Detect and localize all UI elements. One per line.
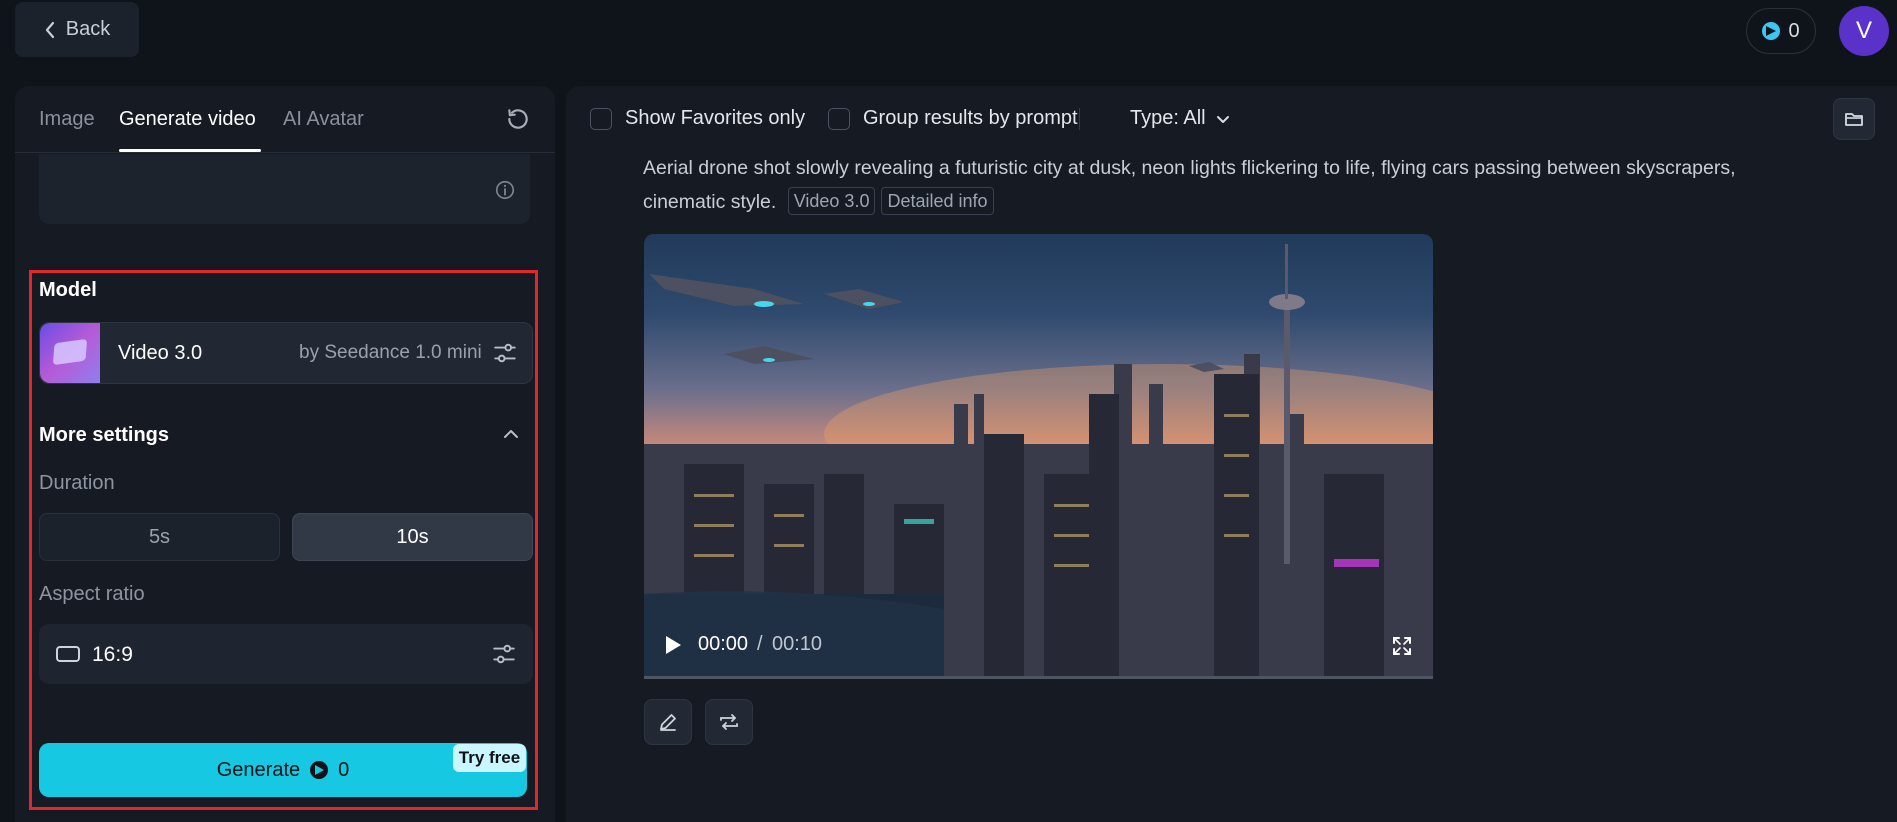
group-by-prompt-label[interactable]: Group results by prompt [863, 107, 1078, 130]
credits-badge[interactable]: 0 [1746, 8, 1816, 54]
model-tag[interactable]: Video 3.0 [787, 187, 876, 215]
mode-tabs: Image Generate video AI Avatar [15, 86, 555, 153]
current-time: 00:00 [698, 633, 749, 655]
play-icon[interactable] [664, 635, 682, 655]
chevron-left-icon [45, 21, 54, 38]
edit-button[interactable] [644, 699, 692, 745]
favorites-checkbox[interactable] [590, 108, 612, 130]
reset-icon[interactable] [505, 106, 531, 132]
result-prompt: Aerial drone shot slowly revealing a fut… [643, 151, 1793, 219]
tab-ai-avatar[interactable]: AI Avatar [283, 108, 364, 131]
video-progress-bar[interactable] [644, 676, 1433, 679]
total-time: 00:10 [772, 633, 823, 655]
tab-generate-video[interactable]: Generate video [119, 108, 256, 131]
avatar[interactable]: V [1839, 6, 1889, 56]
folder-icon [1845, 113, 1863, 126]
toolbar-divider [1079, 108, 1080, 130]
time-separator: / [757, 633, 763, 655]
folder-button[interactable] [1833, 98, 1875, 140]
avatar-initial: V [1855, 17, 1872, 44]
detailed-info-tag[interactable]: Detailed info [881, 187, 994, 215]
regenerate-button[interactable] [705, 699, 753, 745]
edit-icon [660, 714, 676, 731]
show-favorites-label[interactable]: Show Favorites only [625, 107, 805, 130]
chevron-down-icon[interactable] [1214, 110, 1232, 128]
tab-image[interactable]: Image [39, 108, 95, 131]
back-label: Back [65, 18, 111, 40]
back-button[interactable]: Back [15, 2, 139, 57]
credit-coin-icon [1762, 22, 1781, 40]
prompt-input[interactable] [39, 154, 530, 224]
fullscreen-icon[interactable] [1392, 636, 1412, 656]
video-thumbnail [644, 244, 1433, 679]
type-filter-dropdown[interactable]: Type: All [1130, 107, 1206, 130]
credits-count: 0 [1788, 19, 1800, 42]
active-tab-indicator [119, 149, 261, 152]
repeat-icon [720, 714, 738, 730]
highlight-box [29, 270, 538, 810]
group-by-prompt-checkbox[interactable] [828, 108, 850, 130]
video-player[interactable]: 00:00 / 00:10 [644, 234, 1433, 679]
info-icon[interactable] [494, 179, 516, 201]
